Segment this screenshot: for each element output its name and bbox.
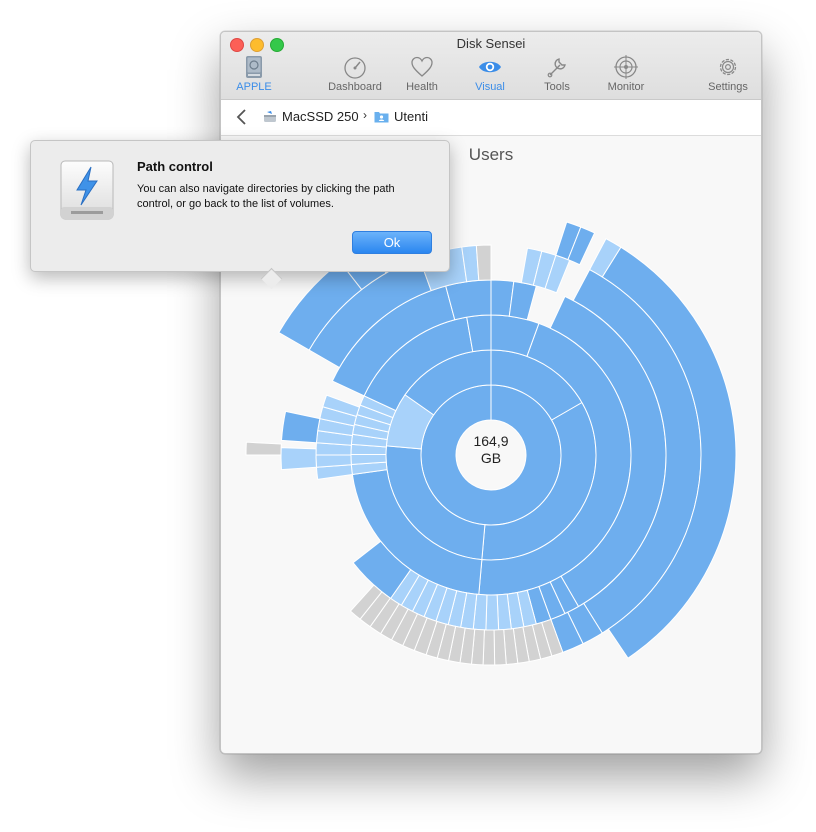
sunburst-segment[interactable] xyxy=(485,594,500,631)
sunburst-segment[interactable] xyxy=(350,453,387,465)
sunburst-segment[interactable] xyxy=(508,280,537,321)
total-size-label: 164,9 GB xyxy=(456,433,526,467)
sunburst-segment[interactable] xyxy=(280,410,321,444)
sunburst-segment[interactable] xyxy=(475,244,492,281)
ok-button[interactable]: Ok xyxy=(352,231,432,254)
popover-title: Path control xyxy=(137,159,213,174)
sunburst-segment[interactable] xyxy=(280,447,317,471)
sunburst-segment[interactable] xyxy=(245,441,282,456)
sunburst-segment[interactable] xyxy=(315,454,352,468)
sunburst-segment[interactable] xyxy=(482,629,496,666)
thunderbolt-drive-icon xyxy=(60,160,114,220)
total-size-value: 164,9 xyxy=(473,433,509,449)
total-size-unit: GB xyxy=(480,450,502,466)
popover-body: You can also navigate directories by cli… xyxy=(137,183,395,210)
sunburst-segment[interactable] xyxy=(493,629,507,666)
path-control-popover: Path control You can also navigate direc… xyxy=(30,140,450,290)
